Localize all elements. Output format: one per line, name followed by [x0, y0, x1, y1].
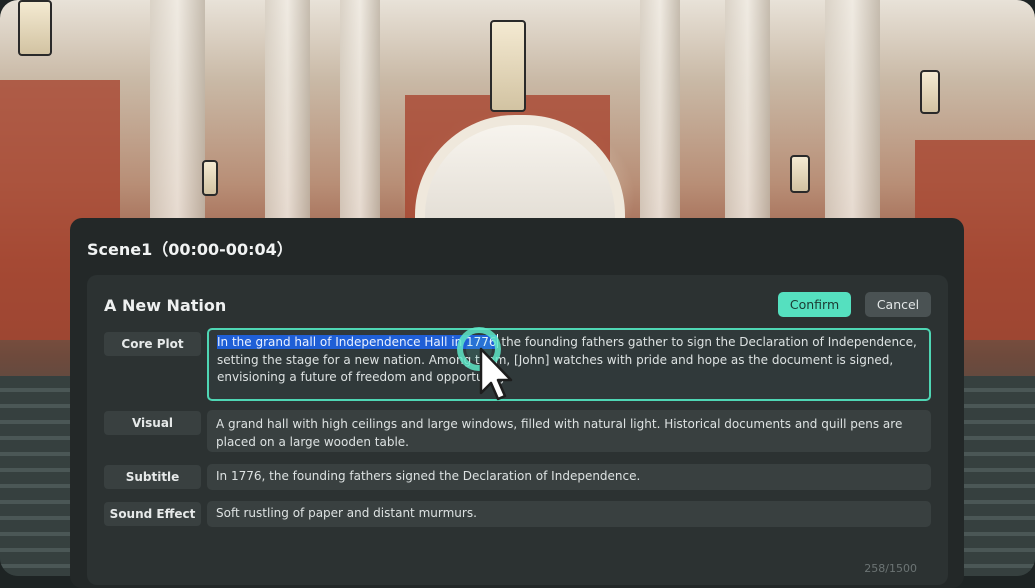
core-plot-label: Core Plot	[104, 332, 201, 356]
scene-card: A New Nation Confirm Cancel Core Plot In…	[87, 275, 948, 585]
scene-title: Scene1（00:00-00:04）	[87, 240, 293, 259]
subtitle-label: Subtitle	[104, 465, 201, 489]
sound-effect-label: Sound Effect	[104, 502, 201, 526]
sound-effect-field[interactable]: Soft rustling of paper and distant murmu…	[207, 501, 931, 527]
visual-label: Visual	[104, 411, 201, 435]
confirm-button[interactable]: Confirm	[778, 292, 851, 317]
selected-text: In the grand hall of Independence Hall i…	[217, 335, 497, 349]
cancel-button[interactable]: Cancel	[865, 292, 931, 317]
card-title: A New Nation	[104, 296, 227, 315]
core-plot-field[interactable]: In the grand hall of Independence Hall i…	[207, 328, 931, 401]
visual-field[interactable]: A grand hall with high ceilings and larg…	[207, 410, 931, 452]
character-counter: 258/1500	[864, 562, 917, 575]
scene-panel: Scene1（00:00-00:04） A New Nation Confirm…	[70, 218, 964, 588]
subtitle-field[interactable]: In 1776, the founding fathers signed the…	[207, 464, 931, 490]
